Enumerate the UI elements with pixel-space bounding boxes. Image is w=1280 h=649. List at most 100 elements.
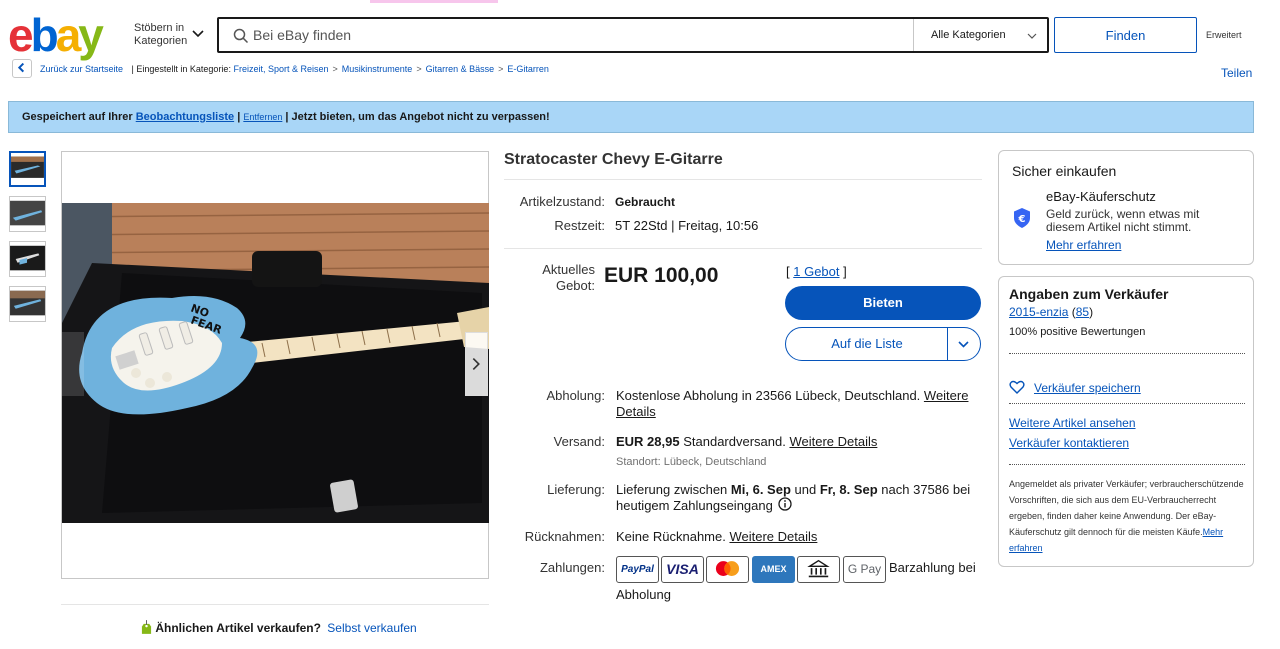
delivery-label: Lieferung: xyxy=(547,482,605,497)
add-to-watchlist-button[interactable]: Auf die Liste xyxy=(786,328,948,360)
share-link[interactable]: Teilen xyxy=(1221,66,1252,80)
search-icon xyxy=(233,28,249,44)
pickup-details-link[interactable]: Weitere xyxy=(924,388,969,403)
bid-count: [ 1 Gebot ] xyxy=(786,264,847,279)
paypal-logo: PayPal xyxy=(616,556,659,583)
positive-feedback: 100% positive Bewertungen xyxy=(1009,326,1146,338)
logo-letter-b: b xyxy=(30,9,59,61)
current-price: EUR 100,00 xyxy=(604,264,719,287)
condition-label: Artikelzustand: xyxy=(519,194,605,209)
category-select-value: Alle Kategorien xyxy=(931,29,1006,41)
amex-logo: AMEX xyxy=(752,556,795,583)
seller-score-link[interactable]: 85 xyxy=(1076,305,1089,319)
sell-similar: Ähnlichen Artikel verkaufen? Selbst verk… xyxy=(141,620,417,635)
bid-button[interactable]: Bieten xyxy=(785,286,981,320)
protection-line-2: diesem Artikel nicht stimmt. xyxy=(1046,220,1192,234)
info-icon[interactable] xyxy=(778,497,792,511)
main-product-image[interactable]: NO FEAR xyxy=(61,151,489,579)
payment-extra: Barzahlung bei xyxy=(889,560,976,576)
current-bid-label: Aktuelles Gebot: xyxy=(504,262,595,294)
divider xyxy=(504,179,982,180)
seller-name-line: 2015-enzia (85) xyxy=(1009,306,1093,319)
delivery-pre: Lieferung zwischen xyxy=(616,482,728,497)
returns-text: Keine Rücknahme. xyxy=(616,529,726,544)
logo-letter-e: e xyxy=(8,9,34,61)
pickup-text: Kostenlose Abholung in 23566 Lübeck, Deu… xyxy=(616,388,921,403)
mastercard-icon xyxy=(715,561,740,576)
category-select[interactable]: Alle Kategorien xyxy=(913,19,1049,51)
advanced-search-link[interactable]: Erweitert xyxy=(1206,30,1242,40)
divider xyxy=(947,328,948,360)
breadcrumb-item[interactable]: Gitarren & Bässe xyxy=(426,64,495,74)
shipping-text: Standardversand. xyxy=(683,434,786,449)
bank-icon xyxy=(807,559,830,578)
google-pay-logo-text: G Pay xyxy=(847,562,882,576)
find-button[interactable]: Finden xyxy=(1054,17,1197,53)
search-bar: Alle Kategorien xyxy=(217,17,1049,53)
watch-button-group: Auf die Liste xyxy=(785,327,981,361)
chevron-down-icon xyxy=(1027,33,1037,39)
delivery-line2: heutigem Zahlungseingang xyxy=(616,498,773,513)
seller-legal-notice: Angemeldet als privater Verkäufer; verbr… xyxy=(1009,476,1245,556)
breadcrumb-separator: > xyxy=(498,64,504,74)
returns-value: Keine Rücknahme. Weitere Details xyxy=(616,529,817,545)
thumbnail-4[interactable] xyxy=(9,286,46,322)
pickup-details-link[interactable]: Details xyxy=(616,404,656,419)
payments-label: Zahlungen: xyxy=(539,560,605,575)
back-button[interactable] xyxy=(12,59,32,78)
ebay-logo[interactable]: ebay xyxy=(8,12,104,58)
score-bracket: ) xyxy=(1089,305,1094,319)
seller-title: Angaben zum Verkäufer xyxy=(1009,286,1169,302)
watchlist-link[interactable]: Beobachtungsliste xyxy=(136,111,234,123)
condition-value: Gebraucht xyxy=(615,195,676,209)
shipping-details-link[interactable]: Weitere Details xyxy=(789,434,877,449)
delivery-value: Lieferung zwischen Mi, 6. Sep und Fr, 8.… xyxy=(616,482,986,514)
remove-watch-link[interactable]: Entfernen xyxy=(243,112,282,122)
chevron-left-icon xyxy=(17,62,25,73)
seller-name-link[interactable]: 2015-enzia xyxy=(1009,305,1068,319)
thumbnail-2[interactable] xyxy=(9,196,46,232)
thumbnail-3[interactable] xyxy=(9,241,46,277)
thumbnail-1[interactable] xyxy=(9,151,46,187)
search-input[interactable] xyxy=(253,23,903,47)
previous-image-area[interactable] xyxy=(62,332,84,396)
watchlist-banner: Gespeichert auf Ihrer Beobachtungsliste … xyxy=(8,101,1254,133)
save-seller-link[interactable]: Verkäufer speichern xyxy=(1034,381,1141,395)
thumbnail-image xyxy=(10,245,45,271)
breadcrumb-item[interactable]: Musikinstrumente xyxy=(342,64,413,74)
pickup-value: Kostenlose Abholung in 23566 Lübeck, Deu… xyxy=(616,388,986,420)
divider xyxy=(1009,353,1245,354)
mastercard-logo xyxy=(706,556,749,583)
more-items-link[interactable]: Weitere Artikel ansehen xyxy=(1009,416,1136,430)
banner-saved-text: Gespeichert auf Ihrer xyxy=(22,111,133,123)
time-left-label: Restzeit: xyxy=(554,218,605,233)
chevron-down-icon[interactable] xyxy=(192,28,204,40)
shipping-location: Standort: Lübeck, Deutschland xyxy=(616,456,767,468)
listed-in-label: | Eingestellt in Kategorie: xyxy=(131,64,231,74)
breadcrumb-item[interactable]: E-Gitarren xyxy=(507,64,549,74)
logo-letter-a: a xyxy=(55,9,82,61)
learn-more-link[interactable]: Mehr erfahren xyxy=(1046,238,1121,252)
delivery-to: Fr, 8. Sep xyxy=(819,482,878,497)
bid-count-link[interactable]: 1 Gebot xyxy=(793,264,839,279)
sell-yourself-link[interactable]: Selbst verkaufen xyxy=(327,621,416,635)
logo-letter-y: y xyxy=(78,9,104,61)
thumbnail-image xyxy=(10,200,45,226)
bid-bracket: [ xyxy=(786,264,790,279)
breadcrumb-item[interactable]: Freizeit, Sport & Reisen xyxy=(233,64,328,74)
next-image-button[interactable] xyxy=(465,332,488,396)
sell-similar-question: Ähnlichen Artikel verkaufen? xyxy=(155,621,321,635)
heart-icon[interactable] xyxy=(1009,380,1025,394)
back-to-home-link[interactable]: Zurück zur Startseite xyxy=(40,64,123,74)
returns-details-link[interactable]: Weitere Details xyxy=(729,529,817,544)
visa-logo-text: VISA xyxy=(666,561,699,577)
contact-seller-link[interactable]: Verkäufer kontaktieren xyxy=(1009,436,1129,450)
tag-icon xyxy=(141,620,152,634)
bank-transfer-logo xyxy=(797,556,840,583)
chevron-down-icon[interactable] xyxy=(957,338,970,350)
pickup-label: Abholung: xyxy=(546,388,605,403)
google-pay-logo: G Pay xyxy=(843,556,886,583)
divider xyxy=(61,604,489,605)
breadcrumb-separator: > xyxy=(332,64,338,74)
browse-categories-button[interactable]: Stöbern in Kategorien xyxy=(134,22,187,48)
